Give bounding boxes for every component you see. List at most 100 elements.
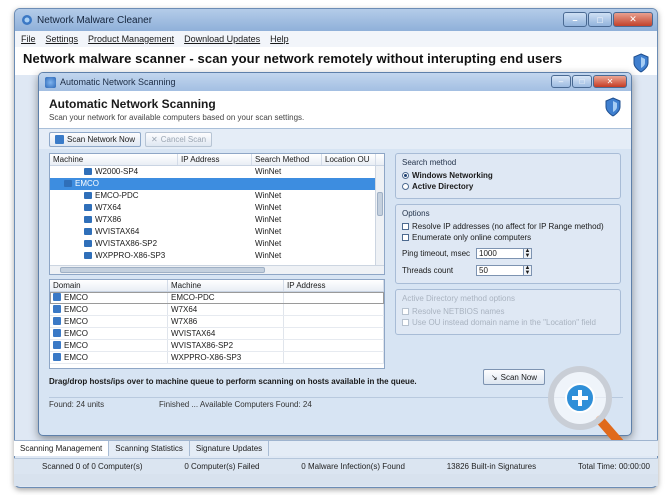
cancel-scan-button[interactable]: ✕ Cancel Scan <box>145 131 213 147</box>
radio-windows-networking[interactable]: Windows Networking <box>402 171 614 180</box>
ping-timeout-spinner[interactable]: ▲ ▼ <box>524 248 532 259</box>
domain-name: EMCO <box>64 353 88 362</box>
tree-horizontal-scrollbar[interactable] <box>50 265 384 274</box>
checkbox-resolve-netbios[interactable]: Resolve NETBIOS names <box>402 307 614 316</box>
tree-row[interactable]: WVISTAX86-SP2 WinNet <box>50 238 384 250</box>
machine-queue[interactable]: Domain Machine IP Address EMCO EMCO-PDC EM… <box>49 279 385 369</box>
tree-row[interactable]: EMCO <box>50 178 384 190</box>
tree-machine-cell: WXPPRO-X86-SP3 <box>50 250 178 262</box>
tree-ip-cell <box>178 202 252 214</box>
menu-product-management[interactable]: Product Management <box>88 34 174 44</box>
queue-row[interactable]: EMCO WVISTAX64 <box>50 328 384 340</box>
maximize-button[interactable]: □ <box>588 12 612 27</box>
queue-machine-cell: EMCO-PDC <box>168 292 284 303</box>
tree-machine-cell: W7X64 <box>50 202 178 214</box>
machine-name: W7X86 <box>95 215 122 224</box>
tree-row[interactable]: WXPPRO-X86-SP3 WinNet <box>50 250 384 262</box>
queue-domain-cell: EMCO <box>50 292 168 303</box>
machine-name: WVISTAX86-SP2 <box>95 239 158 248</box>
queue-row[interactable]: EMCO W7X86 <box>50 316 384 328</box>
tab-signature-updates[interactable]: Signature Updates <box>190 441 270 456</box>
tree-machine-cell: WVISTAX86-SP2 <box>50 238 178 250</box>
tree-row[interactable]: W7X86 WinNet <box>50 214 384 226</box>
scanned-count: Scanned 0 of 0 Computer(s) <box>42 462 143 471</box>
radio-selected-icon <box>402 172 409 179</box>
queue-ip-cell <box>284 316 384 327</box>
checkbox-online-only[interactable]: Enumerate only online computers <box>402 233 614 242</box>
column-domain[interactable]: Domain <box>50 280 168 291</box>
checkbox-use-ou[interactable]: Use OU instead domain name in the "Locat… <box>402 318 614 327</box>
column-machine[interactable]: Machine <box>50 154 178 165</box>
checkbox-box <box>402 223 409 230</box>
tree-header: Machine IP Address Search Method Locatio… <box>50 154 384 166</box>
dialog-toolbar: Scan Network Now ✕ Cancel Scan <box>39 129 631 149</box>
computer-icon <box>84 240 92 247</box>
horizontal-scrollbar[interactable] <box>14 474 658 486</box>
tab-scanning-statistics[interactable]: Scanning Statistics <box>109 441 190 456</box>
ping-timeout-input[interactable]: 1000 <box>476 248 524 259</box>
menu-download-updates[interactable]: Download Updates <box>184 34 260 44</box>
radio-active-directory[interactable]: Active Directory <box>402 182 614 191</box>
computer-icon <box>84 216 92 223</box>
network-icon <box>45 76 56 88</box>
column-machine[interactable]: Machine <box>168 280 284 291</box>
queue-header: Domain Machine IP Address <box>50 280 384 292</box>
domain-name: EMCO <box>64 305 88 314</box>
queue-domain-cell: EMCO <box>50 316 168 327</box>
scan-network-now-button[interactable]: Scan Network Now <box>49 131 142 147</box>
tree-row[interactable]: W2000-SP4 WinNet <box>50 166 384 178</box>
tree-machine-cell: EMCO-PDC <box>50 190 178 202</box>
tree-row[interactable]: WVISTAX64 WinNet <box>50 226 384 238</box>
drag-hint: Drag/drop hosts/ips over to machine queu… <box>49 377 417 386</box>
domain-icon <box>53 305 61 313</box>
scan-dialog: Automatic Network Scanning – □ ✕ Automat… <box>38 72 632 436</box>
queue-domain-cell: EMCO <box>50 328 168 339</box>
ping-timeout-label: Ping timeout, msec <box>402 249 471 258</box>
tree-ip-cell <box>178 178 252 190</box>
minimize-button[interactable]: – <box>563 12 587 27</box>
scan-now-label: Scan Now <box>500 372 538 382</box>
tree-ip-cell <box>178 190 252 202</box>
dialog-header: Automatic Network Scanning Scan your net… <box>39 91 631 129</box>
machine-name: EMCO-PDC <box>95 191 139 200</box>
queue-row[interactable]: EMCO WXPPRO-X86-SP3 <box>50 352 384 364</box>
threads-count-spinner[interactable]: ▲ ▼ <box>524 265 532 276</box>
scan-now-icon: ↘ <box>490 372 498 382</box>
tree-machine-cell: WVISTAX64 <box>50 226 178 238</box>
threads-count-input[interactable]: 50 <box>476 265 524 276</box>
tree-row[interactable]: W7X64 WinNet <box>50 202 384 214</box>
radio-active-directory-label: Active Directory <box>412 182 474 191</box>
dialog-close-button[interactable]: ✕ <box>593 75 627 88</box>
tree-row[interactable]: EMCO-PDC WinNet <box>50 190 384 202</box>
tree-vertical-scrollbar[interactable] <box>375 166 384 267</box>
queue-ip-cell <box>284 328 384 339</box>
column-ip-address[interactable]: IP Address <box>178 154 252 165</box>
tree-ip-cell <box>178 214 252 226</box>
queue-row[interactable]: EMCO W7X64 <box>50 304 384 316</box>
dialog-status: Found: 24 units Finished ... Available C… <box>49 397 623 409</box>
menu-help[interactable]: Help <box>270 34 289 44</box>
dialog-title-bar: Automatic Network Scanning – □ ✕ <box>39 73 631 91</box>
column-search-method[interactable]: Search Method <box>252 154 322 165</box>
menu-file[interactable]: File <box>21 34 36 44</box>
found-count: Found: 24 units <box>49 400 105 409</box>
menu-settings[interactable]: Settings <box>46 34 79 44</box>
queue-row[interactable]: EMCO WVISTAX86-SP2 <box>50 340 384 352</box>
machine-tree[interactable]: Machine IP Address Search Method Locatio… <box>49 153 385 275</box>
tree-location-cell <box>322 238 376 250</box>
dialog-minimize-button[interactable]: – <box>551 75 571 88</box>
queue-row[interactable]: EMCO EMCO-PDC <box>50 292 384 304</box>
column-ip-address[interactable]: IP Address <box>284 280 384 291</box>
tree-ip-cell <box>178 238 252 250</box>
column-location-ou[interactable]: Location OU <box>322 154 376 165</box>
close-button[interactable]: ✕ <box>613 12 653 27</box>
domain-icon <box>53 341 61 349</box>
scan-now-button[interactable]: ↘ Scan Now <box>483 369 545 385</box>
checkbox-resolve-ip[interactable]: Resolve IP addresses (no affect for IP R… <box>402 222 614 231</box>
tree-method-cell: WinNet <box>255 167 282 176</box>
signature-count: 13826 Built-in Signatures <box>446 462 537 471</box>
dialog-maximize-button[interactable]: □ <box>572 75 592 88</box>
tree-location-cell <box>322 166 376 178</box>
window-title: Network Malware Cleaner <box>37 14 153 26</box>
tab-scanning-management[interactable]: Scanning Management <box>14 441 110 456</box>
